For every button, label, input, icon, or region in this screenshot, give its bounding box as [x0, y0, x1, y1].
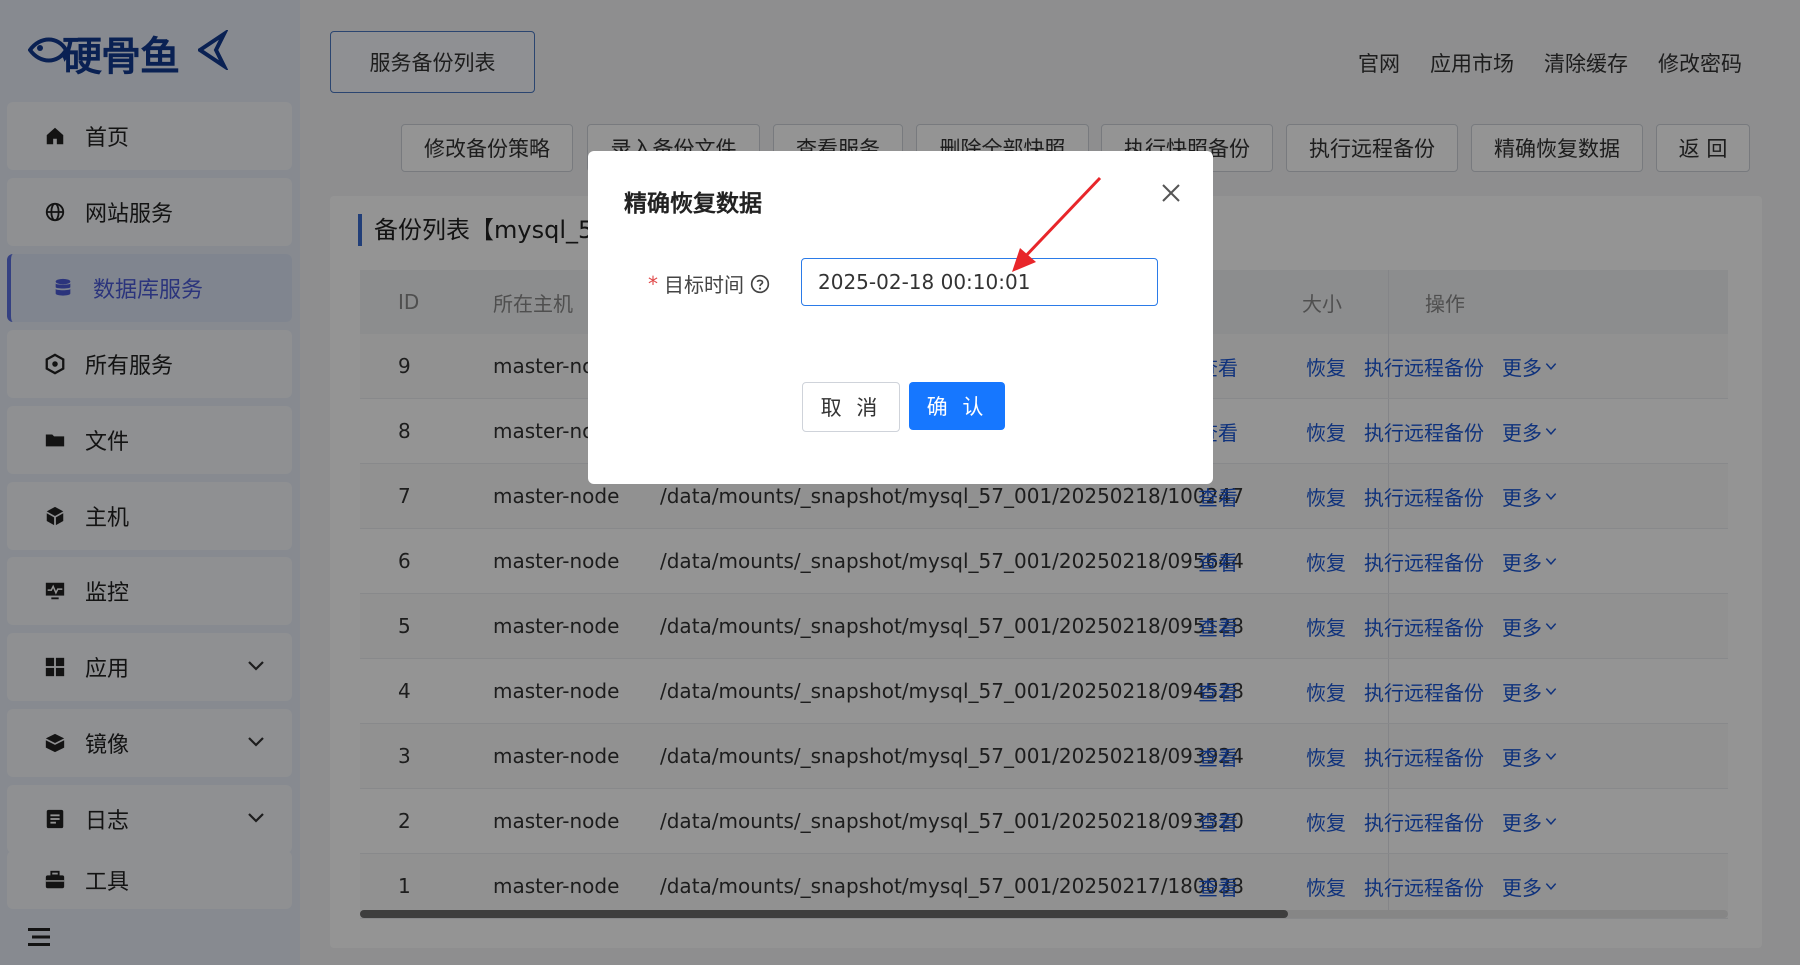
target-time-label: * 目标时间 [648, 269, 770, 298]
button-label: 确 认 [926, 395, 988, 419]
button-label: 取 消 [820, 396, 882, 420]
dialog-title: 精确恢复数据 [624, 191, 762, 217]
precise-restore-dialog: 精确恢复数据 * 目标时间 取 消 确 认 [588, 151, 1213, 484]
field-label-text: 目标时间 [664, 273, 744, 297]
confirm-button[interactable]: 确 认 [909, 382, 1005, 430]
required-mark: * [648, 271, 658, 296]
annotation-arrow-icon [1012, 176, 1102, 272]
help-icon[interactable] [750, 274, 770, 294]
close-icon[interactable] [1159, 181, 1183, 205]
cancel-button[interactable]: 取 消 [802, 382, 900, 432]
